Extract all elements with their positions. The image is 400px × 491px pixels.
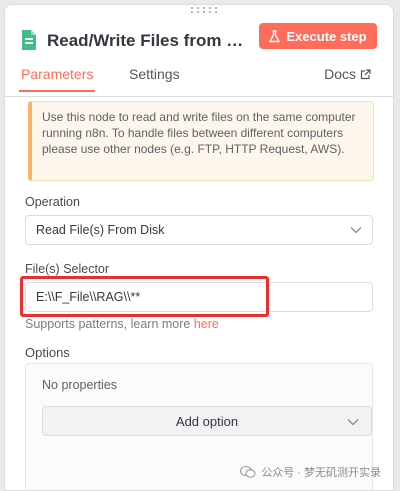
watermark: 公众号 · 梦无矶测开实录 <box>240 464 381 480</box>
hint-link[interactable]: here <box>194 317 219 331</box>
flask-icon <box>269 29 281 42</box>
tab-parameters[interactable]: Parameters <box>19 66 96 92</box>
add-option-button[interactable]: Add option <box>42 406 372 436</box>
file-icon <box>22 30 36 50</box>
node-header: Read/Write Files from Disk Execute step <box>5 23 393 59</box>
add-option-label: Add option <box>175 413 239 429</box>
tab-bar: Parameters Settings Docs <box>5 61 393 97</box>
chevron-down-icon <box>350 227 362 234</box>
tab-docs[interactable]: Docs <box>324 66 371 90</box>
tab-settings[interactable]: Settings <box>129 66 180 90</box>
tab-docs-label: Docs <box>324 66 356 82</box>
node-title: Read/Write Files from Disk <box>47 31 249 50</box>
info-notice: Use this node to read and write files on… <box>28 101 374 181</box>
operation-label: Operation <box>25 195 80 209</box>
node-settings-panel: Read/Write Files from Disk Execute step … <box>4 4 394 491</box>
options-label: Options <box>25 345 70 360</box>
file-selector-hint: Supports patterns, learn more here <box>25 317 219 331</box>
drag-handle[interactable] <box>188 5 220 16</box>
file-selector-label: File(s) Selector <box>25 262 110 276</box>
no-properties-text: No properties <box>42 378 118 392</box>
hint-text: Supports patterns, learn more <box>25 317 191 331</box>
operation-select[interactable]: Read File(s) From Disk <box>25 215 373 245</box>
execute-step-label: Execute step <box>286 28 367 44</box>
operation-value: Read File(s) From Disk <box>36 223 165 237</box>
external-link-icon <box>360 68 371 79</box>
watermark-text: 公众号 · 梦无矶测开实录 <box>261 467 381 479</box>
file-selector-input[interactable] <box>25 282 373 312</box>
execute-step-button[interactable]: Execute step <box>259 23 377 49</box>
chevron-down-icon <box>347 419 359 426</box>
wechat-icon <box>240 465 256 478</box>
